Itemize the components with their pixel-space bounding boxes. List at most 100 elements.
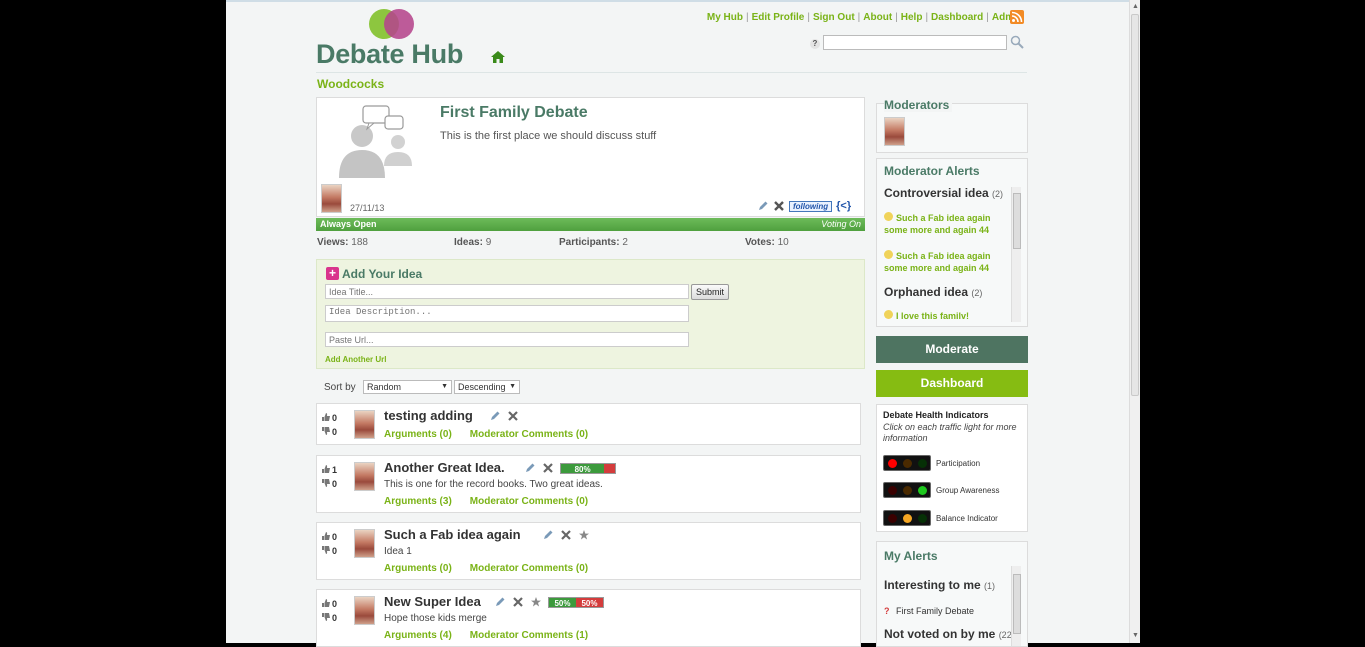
nav-help[interactable]: Help bbox=[901, 12, 923, 23]
arguments-link[interactable]: Arguments (3) bbox=[384, 496, 452, 507]
avatar[interactable] bbox=[321, 184, 342, 213]
debate-title[interactable]: First Family Debate bbox=[440, 104, 588, 122]
arguments-link[interactable]: Arguments (0) bbox=[384, 429, 452, 440]
votes-label: Votes: bbox=[745, 237, 775, 248]
submit-button[interactable]: Submit bbox=[691, 284, 729, 300]
red-light-icon bbox=[888, 514, 897, 523]
group-name[interactable]: Woodcocks bbox=[317, 77, 384, 91]
debate-status: Always Open bbox=[320, 219, 377, 229]
moderator-comments-link[interactable]: Moderator Comments (1) bbox=[470, 630, 588, 641]
thumbs-up-icon[interactable] bbox=[321, 412, 331, 422]
arguments-link[interactable]: Arguments (4) bbox=[384, 630, 452, 641]
alert-item[interactable]: Such a Fab idea again some more and agai… bbox=[884, 212, 1010, 236]
home-icon[interactable] bbox=[490, 50, 506, 64]
moderator-comments-link[interactable]: Moderator Comments (0) bbox=[470, 429, 588, 440]
vote-controls: 0 0 bbox=[321, 597, 337, 625]
avatar[interactable] bbox=[354, 596, 375, 625]
delete-icon[interactable] bbox=[512, 596, 524, 608]
thumbs-up-icon[interactable] bbox=[321, 598, 331, 608]
delete-icon[interactable] bbox=[560, 529, 572, 541]
avatar[interactable] bbox=[884, 117, 905, 146]
idea-title[interactable]: New Super Idea bbox=[384, 594, 481, 609]
balance-traffic-light[interactable] bbox=[883, 510, 931, 526]
nav-about[interactable]: About bbox=[863, 12, 892, 23]
debate-date: 27/11/13 bbox=[350, 203, 385, 213]
edit-icon[interactable] bbox=[524, 462, 536, 474]
thumbs-down-icon[interactable] bbox=[321, 426, 331, 436]
thumbs-down-icon[interactable] bbox=[321, 478, 331, 488]
add-idea-title[interactable]: Add Your Idea bbox=[342, 267, 422, 281]
moderator-comments-link[interactable]: Moderator Comments (0) bbox=[470, 563, 588, 574]
alert-item[interactable]: I love this familv! bbox=[884, 310, 1010, 322]
idea-description-input[interactable] bbox=[325, 305, 689, 322]
scrollbar-thumb[interactable] bbox=[1013, 574, 1021, 634]
alert-item[interactable]: ? First Family Debate bbox=[884, 605, 1010, 617]
thumbs-up-icon[interactable] bbox=[321, 531, 331, 541]
avatar[interactable] bbox=[354, 529, 375, 558]
list-item: 1 0 Another Great Idea. 80% This is one … bbox=[316, 455, 861, 513]
vote-controls: 1 0 bbox=[321, 463, 337, 491]
alerts-scrollbar[interactable] bbox=[1011, 566, 1021, 646]
scrollbar-thumb[interactable] bbox=[1131, 14, 1139, 396]
embed-icon[interactable]: {<} bbox=[836, 200, 851, 212]
dashboard-button[interactable]: Dashboard bbox=[876, 370, 1028, 397]
alerts-scrollbar[interactable] bbox=[1011, 187, 1021, 322]
idea-url-input[interactable] bbox=[325, 332, 689, 347]
search-icon[interactable] bbox=[1010, 35, 1024, 49]
nav-sign-out[interactable]: Sign Out bbox=[813, 12, 855, 23]
delete-icon[interactable] bbox=[507, 410, 519, 422]
sort-label: Sort by bbox=[324, 382, 356, 393]
vote-controls: 0 0 bbox=[321, 530, 337, 558]
add-another-url-link[interactable]: Add Another Url bbox=[325, 355, 386, 364]
votes-count: 10 bbox=[777, 237, 789, 248]
question-icon: ? bbox=[884, 606, 890, 616]
plus-icon[interactable]: + bbox=[326, 267, 339, 280]
idea-title[interactable]: Another Great Idea. bbox=[384, 460, 505, 475]
thumbs-down-icon[interactable] bbox=[321, 545, 331, 555]
following-button[interactable]: following bbox=[789, 200, 833, 212]
moderator-comments-link[interactable]: Moderator Comments (0) bbox=[470, 496, 588, 507]
scrollbar-thumb[interactable] bbox=[1013, 193, 1021, 249]
nav-my-hub[interactable]: My Hub bbox=[707, 12, 743, 23]
lightbulb-icon bbox=[884, 212, 893, 221]
avatar[interactable] bbox=[354, 410, 375, 439]
nav-dashboard[interactable]: Dashboard bbox=[931, 12, 983, 23]
alert-category-count: (2) bbox=[992, 189, 1004, 199]
star-icon[interactable] bbox=[578, 529, 590, 541]
rss-icon[interactable] bbox=[1010, 10, 1024, 24]
sort-field-select[interactable]: Random ▼ bbox=[363, 380, 452, 394]
participation-traffic-light[interactable] bbox=[883, 455, 931, 471]
up-count: 0 bbox=[332, 532, 338, 542]
arguments-link[interactable]: Arguments (0) bbox=[384, 563, 452, 574]
delete-icon[interactable] bbox=[773, 200, 785, 212]
down-count: 0 bbox=[332, 427, 338, 437]
participants-count: 2 bbox=[622, 237, 628, 248]
search-input[interactable] bbox=[823, 35, 1007, 50]
moderate-button[interactable]: Moderate bbox=[876, 336, 1028, 363]
scroll-down-arrow-icon[interactable]: ▼ bbox=[1132, 632, 1139, 639]
ideas-label: Ideas: bbox=[454, 237, 483, 248]
scroll-up-arrow-icon[interactable]: ▲ bbox=[1132, 3, 1139, 10]
group-awareness-traffic-light[interactable] bbox=[883, 482, 931, 498]
idea-title[interactable]: testing adding bbox=[384, 408, 473, 423]
nav-edit-profile[interactable]: Edit Profile bbox=[752, 12, 805, 23]
alert-item[interactable]: Such a Fab idea again some more and agai… bbox=[884, 250, 1010, 274]
amber-light-icon bbox=[903, 459, 912, 468]
avatar[interactable] bbox=[354, 462, 375, 491]
edit-icon[interactable] bbox=[489, 410, 501, 422]
down-count: 0 bbox=[332, 613, 338, 623]
page-scrollbar[interactable]: ▲ ▼ bbox=[1129, 0, 1140, 643]
sort-order-select[interactable]: Descending ▼ bbox=[454, 380, 520, 394]
up-count: 1 bbox=[332, 465, 338, 475]
star-icon[interactable] bbox=[530, 596, 542, 608]
edit-icon[interactable] bbox=[542, 529, 554, 541]
idea-title[interactable]: Such a Fab idea again bbox=[384, 527, 521, 542]
thumbs-up-icon[interactable] bbox=[321, 464, 331, 474]
thumbs-down-icon[interactable] bbox=[321, 612, 331, 622]
delete-icon[interactable] bbox=[542, 462, 554, 474]
help-icon[interactable]: ? bbox=[810, 39, 820, 49]
idea-title-input[interactable] bbox=[325, 284, 689, 299]
edit-icon[interactable] bbox=[757, 200, 769, 212]
sort-field-value: Random bbox=[367, 382, 402, 392]
edit-icon[interactable] bbox=[494, 596, 506, 608]
